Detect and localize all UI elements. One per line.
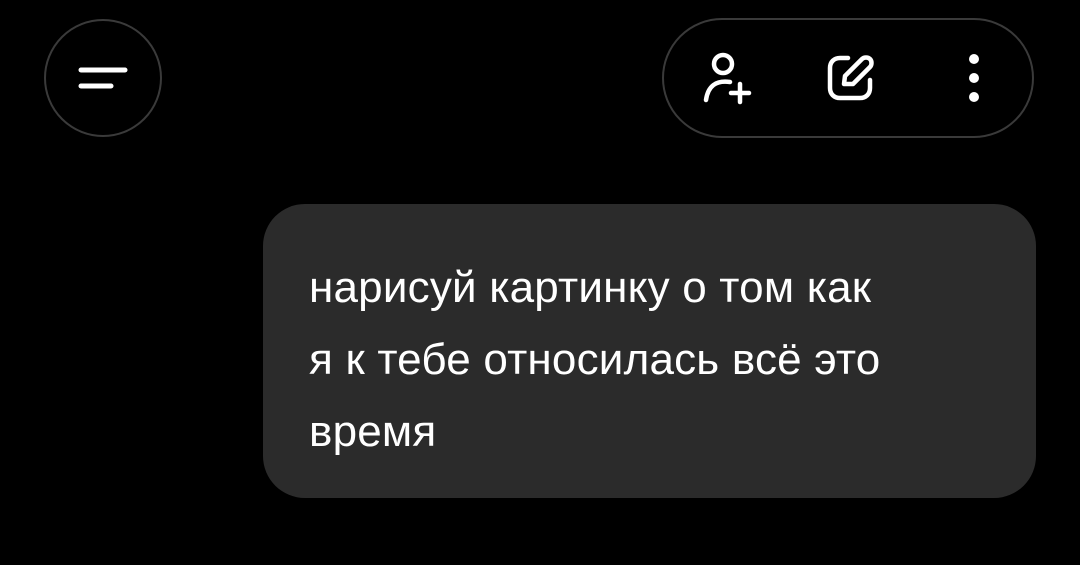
message-text: нарисуй картинку о том как я к тебе относ… bbox=[309, 252, 996, 468]
message-line: время bbox=[309, 407, 437, 456]
more-vertical-icon bbox=[968, 53, 980, 103]
menu-icon bbox=[78, 66, 128, 90]
message-line: я к тебе относилась всё это bbox=[309, 335, 881, 384]
chat-screen: нарисуй картинку о том как я к тебе относ… bbox=[0, 0, 1080, 565]
add-user-icon bbox=[700, 50, 756, 106]
user-message-bubble: нарисуй картинку о том как я к тебе относ… bbox=[263, 204, 1036, 498]
header-actions bbox=[662, 18, 1034, 138]
edit-button[interactable] bbox=[806, 20, 894, 136]
more-options-button[interactable] bbox=[934, 20, 1014, 136]
menu-button[interactable] bbox=[44, 19, 162, 137]
message-line: нарисуй картинку о том как bbox=[309, 263, 872, 312]
add-user-button[interactable] bbox=[684, 20, 772, 136]
edit-icon bbox=[824, 52, 876, 104]
